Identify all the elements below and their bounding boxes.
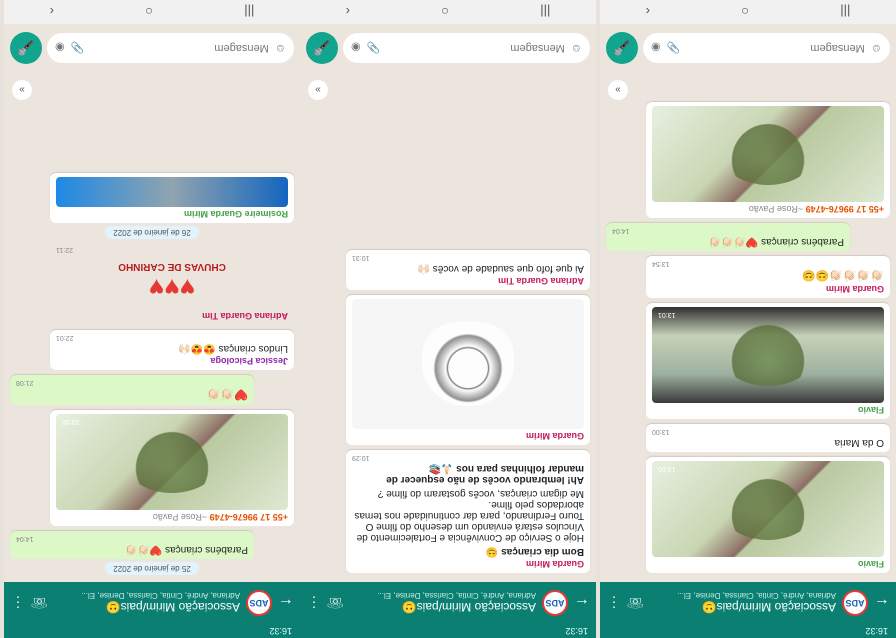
group-title[interactable]: Associação Mirim/pais🙂 xyxy=(350,601,536,615)
camera-icon[interactable]: ◉ xyxy=(55,42,65,55)
message-outgoing[interactable]: Parabéns crianças ❤️👏🏻👏🏻 14:04 xyxy=(10,531,254,559)
group-title[interactable]: Associação Mirim/pais🙂 xyxy=(650,601,836,615)
camera-icon[interactable]: ◉ xyxy=(651,42,661,55)
message-list[interactable]: 25 de janeiro de 2022 Parabéns crianças … xyxy=(4,76,300,582)
group-avatar[interactable]: ADS xyxy=(842,590,868,616)
system-nav-bar: ||| ○ ‹ xyxy=(600,0,896,24)
back-arrow-icon[interactable]: ← xyxy=(574,594,590,612)
group-title[interactable]: Associação Mirim/pais🙂 xyxy=(54,601,240,615)
composer: ☺ Mensagem 📎 ◉ 🎤 xyxy=(4,28,300,68)
message-input[interactable]: ☺ Mensagem 📎 ◉ xyxy=(643,33,890,63)
nav-back-icon[interactable]: ‹ xyxy=(646,5,650,20)
message-photo[interactable]: Flavio 13:01 ➦ xyxy=(646,303,890,419)
camera-icon[interactable]: ◉ xyxy=(351,42,361,55)
message-text[interactable]: Guarda Mirim Bom dia crianças 😊 Hoje o S… xyxy=(346,450,590,573)
message-input[interactable]: ☺ Mensagem 📎 ◉ xyxy=(47,33,294,63)
chat-header[interactable]: ← ADS Associação Mirim/pais🙂 Adriana, An… xyxy=(300,582,596,624)
message-input[interactable]: ☺ Mensagem 📎 ◉ xyxy=(343,33,590,63)
status-bar: 16:32 xyxy=(300,624,596,638)
emoji-icon[interactable]: ☺ xyxy=(871,42,882,54)
sticker[interactable]: ♥♥♥ CHUVAS DE CARINHO xyxy=(56,255,288,309)
message-text[interactable]: Jessica Psicologa Lindos crianças 😍😍🙌🏻 2… xyxy=(50,330,294,370)
recent-apps-icon[interactable]: ||| xyxy=(540,5,550,20)
menu-icon[interactable]: ⋮ xyxy=(10,595,26,612)
message-photo[interactable]: +55 17 99676-4749 ~Rose Pavão 20:56 ➦ xyxy=(50,410,294,526)
home-icon[interactable]: ○ xyxy=(145,5,153,20)
add-call-icon[interactable]: ☏ xyxy=(626,595,644,612)
back-arrow-icon[interactable]: ← xyxy=(874,594,890,612)
system-nav-bar: ||| ○ ‹ xyxy=(300,0,596,24)
message-photo[interactable]: Flavio 13:00 ➦ xyxy=(646,457,890,573)
message-list[interactable]: Flavio 13:00 ➦ O da Maria 13:00 Flavio 1… xyxy=(600,76,896,582)
scroll-down-icon[interactable]: » xyxy=(608,80,628,100)
photo-drawing[interactable] xyxy=(352,299,584,429)
add-call-icon[interactable]: ☏ xyxy=(30,595,48,612)
photo-drawing[interactable] xyxy=(56,177,288,207)
mic-button[interactable]: 🎤 xyxy=(306,32,338,64)
recent-apps-icon[interactable]: ||| xyxy=(840,5,850,20)
add-call-icon[interactable]: ☏ xyxy=(326,595,344,612)
chat-header[interactable]: ← ADS Associação Mirim/pais🙂 Adriana, An… xyxy=(600,582,896,624)
composer: ☺ Mensagem 📎 ◉ 🎤 xyxy=(600,28,896,68)
group-members: Adriana, André, Cintia, Clarissa, Denise… xyxy=(677,591,836,601)
nav-back-icon[interactable]: ‹ xyxy=(50,5,54,20)
message-list[interactable]: Guarda Mirim Bom dia crianças 😊 Hoje o S… xyxy=(300,76,596,582)
nav-back-icon[interactable]: ‹ xyxy=(346,5,350,20)
photo-drawing[interactable]: 20:56 xyxy=(56,414,288,510)
message-text[interactable]: Adriana Guarda Tim Ai que fofo que sauda… xyxy=(346,250,590,290)
emoji-icon[interactable]: ☺ xyxy=(571,42,582,54)
message-outgoing[interactable]: Parabéns crianças ❤️👏🏻👏🏻👏🏻 14:04 xyxy=(606,223,850,251)
chat-header[interactable]: ← ADS Associação Mirim/pais🙂 Adriana, An… xyxy=(4,582,300,624)
mic-button[interactable]: 🎤 xyxy=(10,32,42,64)
scroll-down-icon[interactable]: » xyxy=(12,80,32,100)
photo-drawing[interactable]: 13:01 xyxy=(652,307,884,403)
date-divider: 26 de janeiro de 2022 xyxy=(10,226,294,239)
chat-screen-1: 16:32 ← ADS Associação Mirim/pais🙂 Adria… xyxy=(600,0,896,638)
message-text[interactable]: Guarda Mirim 👏🏻👏🏻👏🏻👏🏻😊😊 13:54 xyxy=(646,256,890,298)
message-text[interactable]: O da Maria 13:00 xyxy=(646,424,890,452)
group-avatar[interactable]: ADS xyxy=(542,590,568,616)
status-bar: 16:32 xyxy=(600,624,896,638)
message-sticker[interactable]: Adriana Guarda Tim ♥♥♥ CHUVAS DE CARINHO… xyxy=(50,242,294,325)
message-photo[interactable]: Guarda Mirim ➦ xyxy=(346,295,590,445)
attach-icon[interactable]: 📎 xyxy=(367,42,381,55)
chat-screen-2: 16:32 ← ADS Associação Mirim/pais🙂 Adria… xyxy=(300,0,596,638)
home-icon[interactable]: ○ xyxy=(741,5,749,20)
chat-screen-3: 16:32 ← ADS Associação Mirim/pais🙂 Adria… xyxy=(4,0,300,638)
composer: ☺ Mensagem 📎 ◉ 🎤 xyxy=(300,28,596,68)
menu-icon[interactable]: ⋮ xyxy=(306,595,322,612)
system-nav-bar: ||| ○ ‹ xyxy=(4,0,300,24)
message-outgoing[interactable]: ❤️👏🏻👏🏻 21:08 xyxy=(10,375,254,405)
group-avatar[interactable]: ADS xyxy=(246,590,272,616)
mic-button[interactable]: 🎤 xyxy=(606,32,638,64)
back-arrow-icon[interactable]: ← xyxy=(278,594,294,612)
photo-drawing[interactable]: 13:00 xyxy=(652,461,884,557)
heart-icon: ♥♥♥ xyxy=(148,273,196,303)
message-photo[interactable]: Rosimeire Guarda Mirim xyxy=(50,173,294,223)
scroll-down-icon[interactable]: » xyxy=(308,80,328,100)
attach-icon[interactable]: 📎 xyxy=(71,42,85,55)
date-divider: 25 de janeiro de 2022 xyxy=(10,562,294,575)
photo-drawing[interactable] xyxy=(652,106,884,202)
group-members: Adriana, André, Cintia, Clarissa, Denise… xyxy=(81,591,240,601)
recent-apps-icon[interactable]: ||| xyxy=(244,5,254,20)
message-photo[interactable]: +55 17 99676-4749 ~Rose Pavão xyxy=(646,102,890,218)
menu-icon[interactable]: ⋮ xyxy=(606,595,622,612)
emoji-icon[interactable]: ☺ xyxy=(275,42,286,54)
group-members: Adriana, André, Cintia, Clarissa, Denise… xyxy=(377,591,536,601)
status-bar: 16:32 xyxy=(4,624,300,638)
home-icon[interactable]: ○ xyxy=(441,5,449,20)
attach-icon[interactable]: 📎 xyxy=(667,42,681,55)
